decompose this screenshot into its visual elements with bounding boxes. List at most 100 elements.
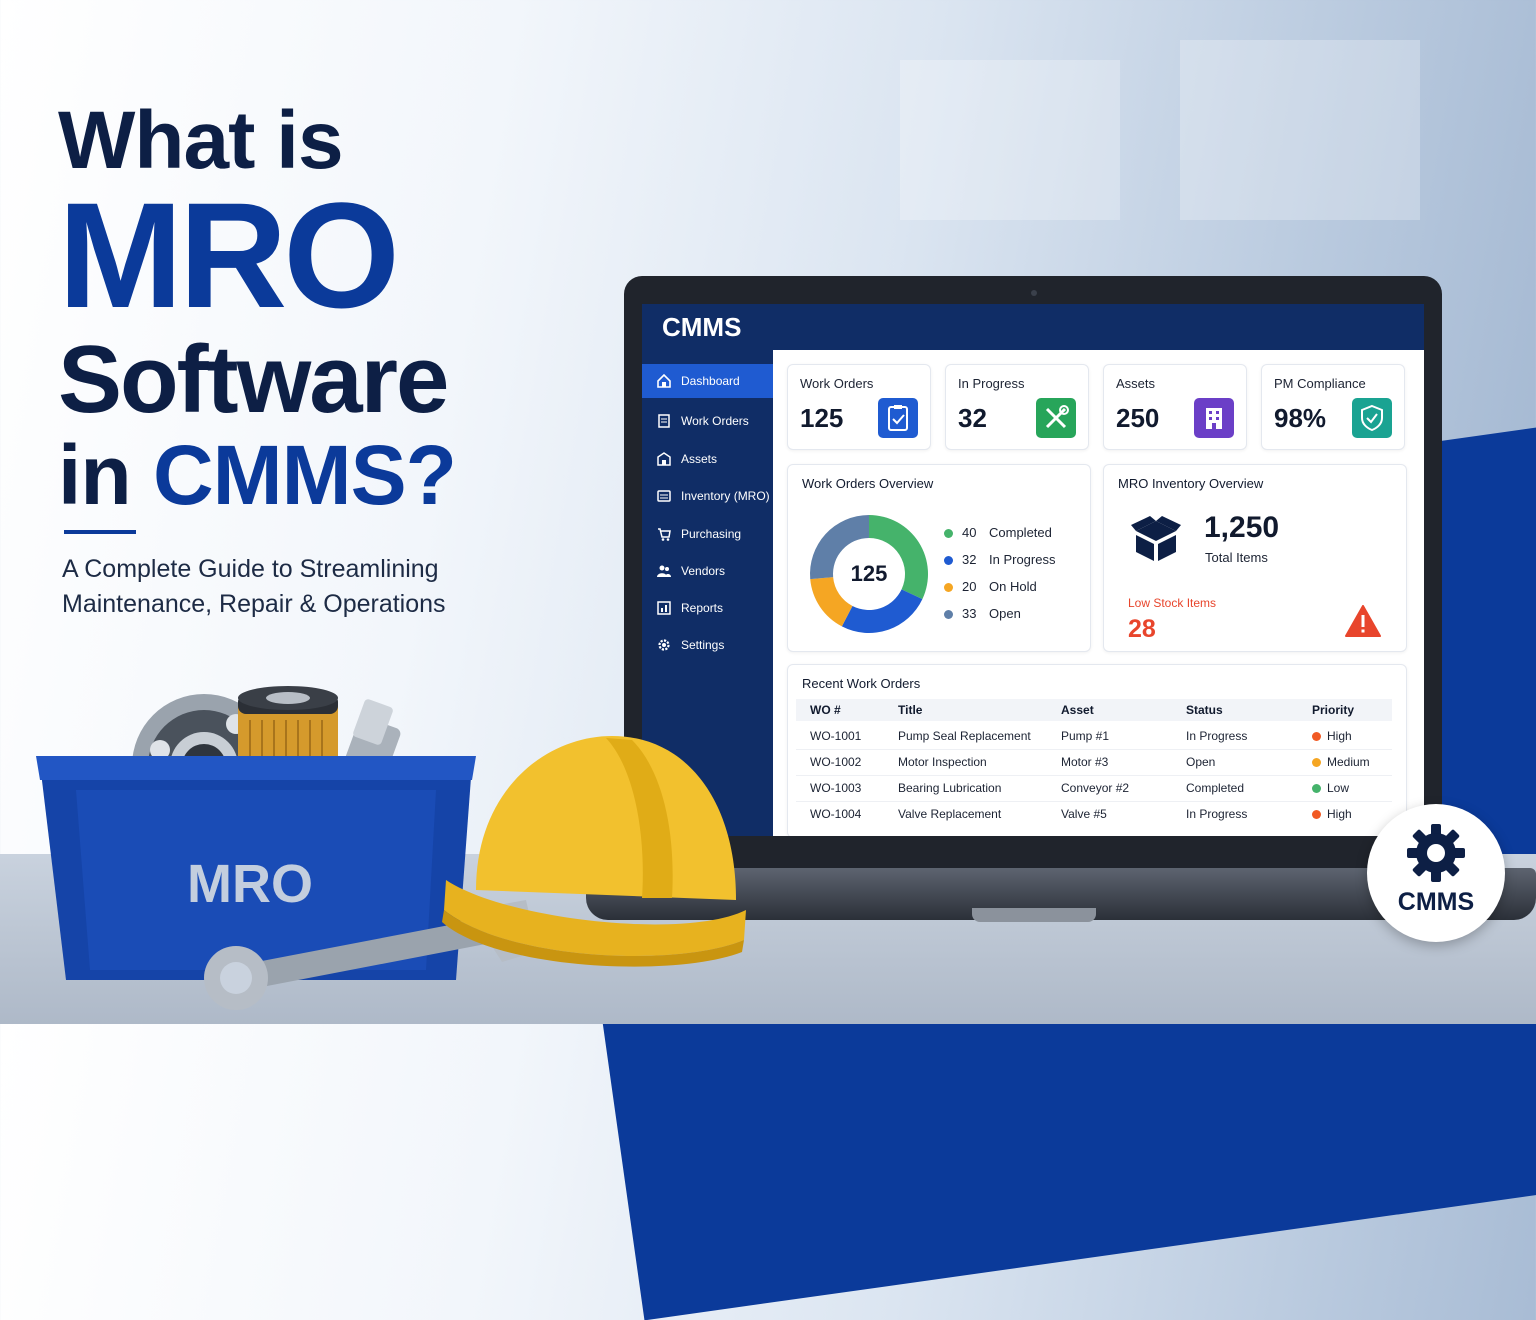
column-header[interactable]: Status — [1186, 703, 1223, 717]
priority-dot — [1312, 784, 1321, 793]
stat-value: 32 — [958, 403, 987, 433]
subtitle-line2: Maintenance, Repair & Operations — [62, 590, 446, 618]
legend-dot — [944, 529, 953, 538]
table-cell-asset: Valve #5 — [1061, 807, 1107, 821]
stat-label: PM Compliance — [1274, 376, 1366, 391]
shield-check-icon — [1352, 398, 1392, 438]
column-header[interactable]: Asset — [1061, 703, 1094, 717]
stat-card-pm-compliance[interactable]: PM Compliance 98% — [1261, 364, 1405, 450]
sidebar-item-settings[interactable]: Settings — [642, 628, 773, 662]
sidebar-item-work-orders[interactable]: Work Orders — [642, 404, 773, 438]
app-header: CMMS — [642, 304, 1424, 350]
legend-dot — [944, 610, 953, 619]
priority-dot — [1312, 732, 1321, 741]
cmms-badge: CMMS — [1367, 804, 1505, 942]
home-icon — [657, 374, 671, 388]
stat-label: Assets — [1116, 376, 1156, 391]
cart-icon — [658, 528, 671, 541]
headline: What is MRO Software in CMMS? — [58, 98, 457, 522]
clipboard-icon — [658, 414, 670, 428]
table-cell-title: Motor Inspection — [898, 755, 987, 769]
sidebar-item-label: Vendors — [681, 564, 726, 578]
legend-value: 32 — [962, 552, 977, 567]
legend-dot — [944, 556, 953, 565]
stat-card-work-orders[interactable]: Work Orders 125 — [787, 364, 931, 450]
clipboard-check-icon — [878, 398, 918, 438]
inventory-icon — [657, 490, 671, 502]
subtitle: A Complete Guide to Streamlining Mainten… — [62, 552, 522, 622]
table-cell-status: In Progress — [1186, 729, 1248, 743]
inventory-total-label: Total Items — [1205, 550, 1268, 565]
users-icon — [657, 565, 671, 577]
headline-divider — [64, 530, 136, 534]
building-icon — [657, 452, 671, 466]
column-header[interactable]: Title — [898, 703, 922, 717]
headline-mro: MRO — [58, 171, 400, 339]
inventory-overview-title: MRO Inventory Overview — [1118, 476, 1264, 491]
table-cell-priority: High — [1327, 729, 1352, 743]
table-cell-priority: Medium — [1327, 755, 1370, 769]
legend-value: 20 — [962, 579, 977, 594]
table-cell-status: Completed — [1186, 781, 1245, 795]
box-icon — [1131, 516, 1181, 561]
table-cell-asset: Conveyor #2 — [1061, 781, 1130, 795]
recent-work-orders-card: Recent Work Orders WO # Title Asset Status P… — [787, 664, 1407, 836]
legend-label: Completed — [989, 525, 1052, 540]
table-cell-priority: High — [1327, 807, 1352, 821]
headline-line4: in CMMS? — [58, 428, 457, 522]
camera — [1031, 290, 1037, 296]
sidebar-item-label: Settings — [681, 638, 725, 652]
stat-label: In Progress — [958, 376, 1025, 391]
table-cell-wo: WO-1003 — [810, 781, 862, 795]
table-cell-title: Bearing Lubrication — [898, 781, 1002, 795]
table-cell-asset: Motor #3 — [1061, 755, 1109, 769]
sidebar-item-inventory-mro[interactable]: Inventory (MRO) — [642, 479, 773, 513]
table-cell-asset: Pump #1 — [1061, 729, 1110, 743]
table-cell-title: Valve Replacement — [898, 807, 1002, 821]
sidebar-item-purchasing[interactable]: Purchasing — [642, 517, 773, 551]
legend-value: 40 — [962, 525, 977, 540]
headline-cmms: CMMS? — [153, 428, 457, 522]
tools-icon — [1036, 398, 1076, 438]
sidebar-item-assets[interactable]: Assets — [642, 442, 773, 476]
stat-card-in-progress[interactable]: In Progress 32 — [945, 364, 1089, 450]
inventory-overview-card: MRO Inventory Overview 1,250 Total Items… — [1103, 464, 1407, 652]
sidebar-item-label: Inventory (MRO) — [681, 489, 770, 503]
work-orders-overview-card: Work Orders Overview 125 40 Completed 32 In… — [787, 464, 1091, 652]
legend-dot — [944, 583, 953, 592]
donut-segment-in-progress — [841, 589, 923, 633]
inventory-total: 1,250 — [1204, 511, 1280, 544]
headline-line4-prefix: in — [58, 428, 153, 522]
table-cell-title: Pump Seal Replacement — [898, 729, 1031, 743]
report-icon — [657, 601, 671, 615]
sidebar-item-label: Dashboard — [681, 374, 740, 388]
table-cell-wo: WO-1002 — [810, 755, 862, 769]
sidebar-item-label: Assets — [681, 452, 718, 466]
work-orders-overview-title: Work Orders Overview — [802, 476, 934, 491]
sidebar-item-label: Purchasing — [681, 527, 742, 541]
legend-label: Open — [989, 606, 1021, 621]
sidebar-item-dashboard[interactable]: Dashboard — [642, 364, 773, 398]
sidebar-item-reports[interactable]: Reports — [642, 591, 773, 625]
sidebar-item-label: Reports — [681, 601, 724, 615]
donut-total: 125 — [850, 561, 888, 586]
stat-value: 98% — [1274, 403, 1327, 433]
app-title: CMMS — [662, 312, 742, 342]
background-window — [1180, 40, 1420, 220]
table-cell-wo: WO-1004 — [810, 807, 862, 821]
low-stock-label: Low Stock Items — [1128, 596, 1217, 610]
legend-label: On Hold — [989, 579, 1037, 594]
table-cell-priority: Low — [1327, 781, 1350, 795]
stat-card-assets[interactable]: Assets 250 — [1103, 364, 1247, 450]
column-header[interactable]: Priority — [1312, 703, 1354, 717]
low-stock-value: 28 — [1128, 615, 1156, 643]
sidebar-item-label: Work Orders — [681, 414, 749, 428]
table-cell-status: In Progress — [1186, 807, 1248, 821]
sidebar-item-vendors[interactable]: Vendors — [642, 554, 773, 588]
table-cell-wo: WO-1001 — [810, 729, 862, 743]
column-header[interactable]: WO # — [810, 703, 841, 717]
building-icon — [1194, 398, 1234, 438]
background-window — [900, 60, 1120, 220]
warning-icon — [1345, 605, 1381, 637]
laptop-notch — [972, 908, 1096, 922]
